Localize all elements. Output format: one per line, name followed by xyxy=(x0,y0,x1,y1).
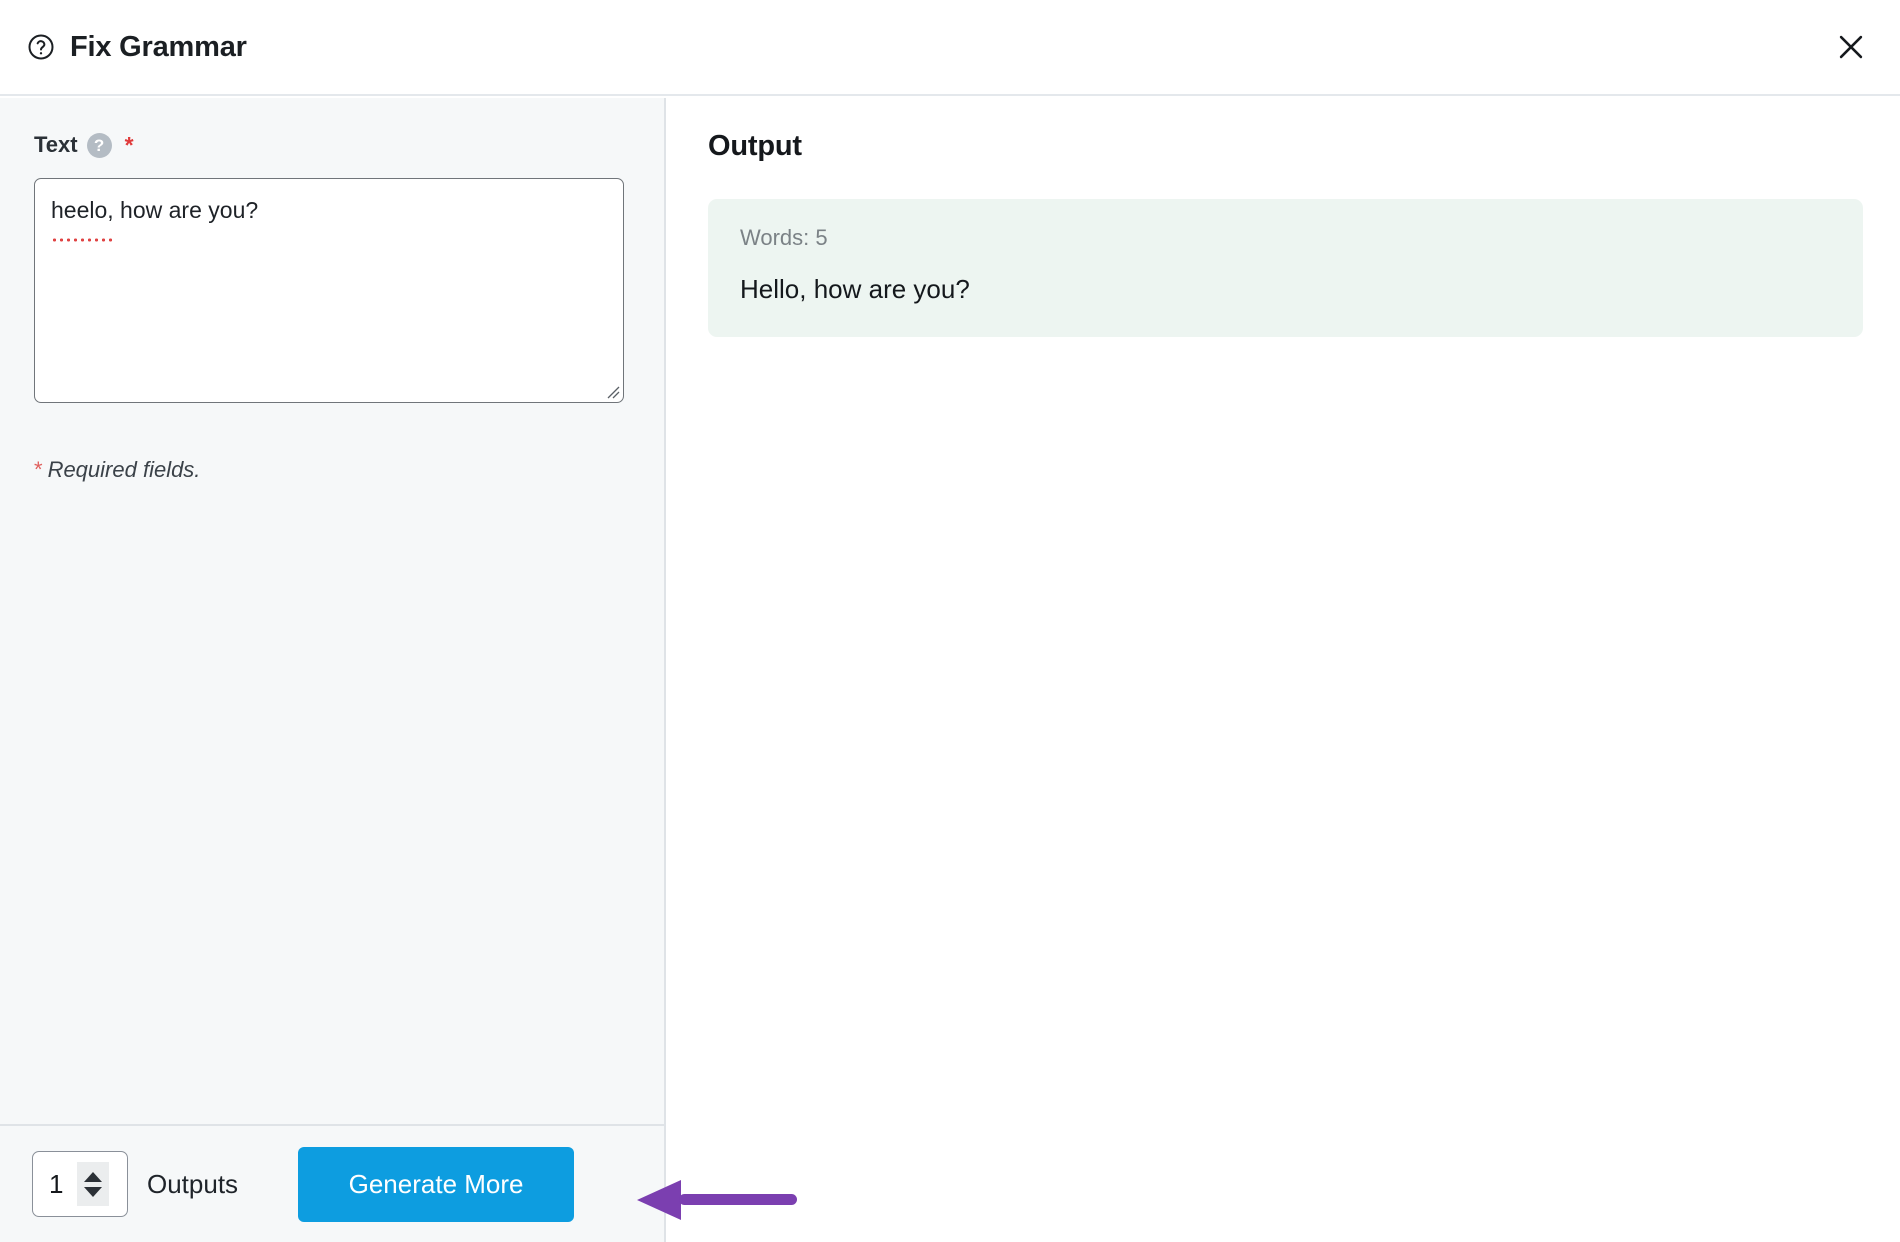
required-asterisk: * xyxy=(124,131,134,158)
action-bar: 1 Outputs Generate More xyxy=(0,1124,664,1242)
input-panel: Text ? * *Required fields. xyxy=(0,98,666,1242)
outputs-count-value[interactable]: 1 xyxy=(33,1169,77,1200)
required-note-text: Required fields. xyxy=(47,457,201,482)
required-fields-note: * Required fields. xyxy=(34,457,630,483)
question-circle-icon[interactable] xyxy=(26,32,56,62)
output-result-card: Words: 5 Hello, how are you? xyxy=(708,199,1863,337)
stepper-spinner[interactable] xyxy=(77,1162,109,1206)
close-icon[interactable] xyxy=(1828,24,1874,70)
output-panel: Output Words: 5 Hello, how are you? xyxy=(668,98,1900,1242)
form-area: Text ? * *Required fields. xyxy=(0,98,664,1124)
text-field-label: Text xyxy=(34,132,78,157)
text-field-label-row: Text ? * xyxy=(34,130,630,160)
outputs-label: Outputs xyxy=(147,1168,239,1199)
modal-body: Text ? * *Required fields. xyxy=(0,98,1900,1242)
fix-grammar-modal: Fix Grammar Text ? * heelo, how are you?… xyxy=(0,0,1900,1242)
required-note-asterisk: * xyxy=(34,457,43,482)
output-title: Output xyxy=(708,130,802,162)
chevron-down-icon[interactable] xyxy=(84,1186,102,1197)
text-input-wrapper xyxy=(34,178,624,403)
page-title: Fix Grammar xyxy=(70,30,247,63)
text-input[interactable] xyxy=(34,178,624,403)
outputs-stepper[interactable]: 1 xyxy=(32,1151,128,1217)
word-count-label: Words: 5 xyxy=(740,225,828,250)
modal-header: Fix Grammar xyxy=(0,0,1900,96)
output-result-text: Hello, how are you? xyxy=(740,274,970,304)
chevron-up-icon[interactable] xyxy=(84,1171,102,1182)
generate-more-button[interactable]: Generate More xyxy=(298,1146,575,1222)
help-circle-icon[interactable]: ? xyxy=(86,132,112,158)
